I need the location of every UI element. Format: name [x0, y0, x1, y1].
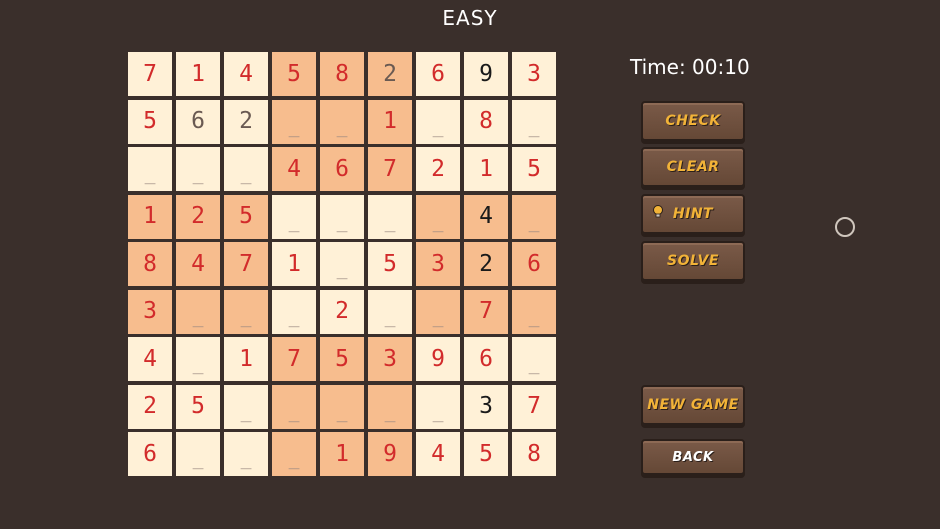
sudoku-cell[interactable]: _	[272, 432, 316, 476]
sudoku-cell[interactable]: 6	[416, 52, 460, 96]
sudoku-cell[interactable]: _	[416, 99, 460, 144]
sudoku-cell[interactable]: 2	[176, 194, 220, 239]
sudoku-cell[interactable]: _	[512, 289, 556, 334]
sudoku-cell[interactable]: 7	[128, 52, 172, 96]
back-button-label: BACK	[672, 449, 714, 465]
sudoku-cell[interactable]: 4	[176, 242, 220, 286]
sudoku-cell[interactable]: 7	[224, 242, 268, 286]
sudoku-cell[interactable]: 1	[176, 52, 220, 96]
sudoku-cell[interactable]: _	[368, 289, 412, 334]
sudoku-cell[interactable]: 8	[128, 242, 172, 286]
sudoku-cell[interactable]: 4	[464, 194, 508, 239]
sudoku-cell[interactable]: 5	[272, 52, 316, 96]
sudoku-cell[interactable]: 8	[464, 99, 508, 144]
sudoku-cell[interactable]: _	[272, 289, 316, 334]
sudoku-cell[interactable]: 7	[368, 147, 412, 191]
sudoku-cell[interactable]: 5	[512, 147, 556, 191]
sudoku-cell[interactable]: _	[416, 194, 460, 239]
sudoku-cell[interactable]: 6	[320, 147, 364, 191]
sudoku-cell[interactable]: 9	[464, 52, 508, 96]
sudoku-cell[interactable]: 4	[416, 432, 460, 476]
sudoku-cell[interactable]: 5	[464, 432, 508, 476]
sudoku-cell[interactable]: _	[176, 147, 220, 191]
sudoku-cell[interactable]: 3	[512, 52, 556, 96]
sudoku-cell[interactable]: 8	[512, 432, 556, 476]
sudoku-cell[interactable]: 2	[128, 384, 172, 429]
sudoku-cell[interactable]: 3	[128, 289, 172, 334]
sudoku-cell[interactable]: 1	[368, 99, 412, 144]
sudoku-cell[interactable]: _	[224, 147, 268, 191]
sudoku-cell[interactable]: 1	[128, 194, 172, 239]
check-button[interactable]: CHECK	[641, 101, 745, 141]
sudoku-cell[interactable]: _	[224, 289, 268, 334]
sudoku-cell[interactable]: 7	[272, 337, 316, 381]
sudoku-cell[interactable]: _	[320, 242, 364, 286]
sudoku-cell[interactable]: _	[176, 432, 220, 476]
new-game-button[interactable]: NEW GAME	[641, 385, 745, 425]
sudoku-cell[interactable]: 2	[368, 52, 412, 96]
sudoku-cell[interactable]: _	[368, 384, 412, 429]
sudoku-cell[interactable]: 7	[512, 384, 556, 429]
sudoku-cell[interactable]: 5	[224, 194, 268, 239]
sudoku-cell[interactable]: 4	[272, 147, 316, 191]
circle-cursor-icon	[835, 217, 855, 237]
sudoku-cell[interactable]: _	[224, 432, 268, 476]
sudoku-cell[interactable]: 5	[128, 99, 172, 144]
sudoku-cell[interactable]: 2	[224, 99, 268, 144]
sudoku-cell[interactable]: 9	[368, 432, 412, 476]
sudoku-cell[interactable]: _	[320, 384, 364, 429]
clear-button-label: CLEAR	[666, 159, 720, 175]
solve-button[interactable]: SOLVE	[641, 241, 745, 281]
sudoku-cell[interactable]: _	[368, 194, 412, 239]
sudoku-cell[interactable]: 6	[512, 242, 556, 286]
sudoku-cell[interactable]: _	[272, 99, 316, 144]
sudoku-cell[interactable]: _	[224, 384, 268, 429]
sudoku-cell[interactable]: 5	[320, 337, 364, 381]
sudoku-cell[interactable]: _	[512, 194, 556, 239]
sudoku-cell[interactable]: _	[416, 384, 460, 429]
sudoku-cell[interactable]: _	[512, 337, 556, 381]
sudoku-cell[interactable]: _	[272, 384, 316, 429]
sudoku-cell[interactable]: 6	[128, 432, 172, 476]
sudoku-cell[interactable]: _	[416, 289, 460, 334]
sudoku-cell[interactable]: _	[128, 147, 172, 191]
sudoku-cell[interactable]: 3	[416, 242, 460, 286]
sudoku-cell[interactable]: _	[320, 194, 364, 239]
sudoku-cell[interactable]: 9	[416, 337, 460, 381]
sudoku-cell[interactable]: 1	[464, 147, 508, 191]
sudoku-cell[interactable]: _	[320, 99, 364, 144]
sudoku-cell[interactable]: _	[176, 337, 220, 381]
sudoku-cell[interactable]: 2	[416, 147, 460, 191]
sudoku-cell[interactable]: 3	[464, 384, 508, 429]
sudoku-cell[interactable]: _	[512, 99, 556, 144]
new-game-button-label: NEW GAME	[647, 397, 739, 413]
sudoku-cell[interactable]: _	[272, 194, 316, 239]
timer-display: Time: 00:10	[630, 55, 750, 79]
sudoku-cell[interactable]: 8	[320, 52, 364, 96]
sudoku-cell[interactable]: 4	[128, 337, 172, 381]
sudoku-cell[interactable]: 5	[176, 384, 220, 429]
sudoku-cell[interactable]: 6	[176, 99, 220, 144]
sudoku-board: 7 1 4 5 8 2 6 9 3 5 6 2 _ _ 1 _ 8 _ _ _ _ 4 6 7 2 1 5 1 2 5 _ _ _ _ 4 _ 8 4 7 1…	[128, 52, 556, 478]
sudoku-cell[interactable]: 3	[368, 337, 412, 381]
sudoku-cell[interactable]: 1	[320, 432, 364, 476]
difficulty-title: EASY	[442, 6, 498, 30]
solve-button-label: SOLVE	[667, 253, 719, 269]
sudoku-cell[interactable]: 1	[272, 242, 316, 286]
hint-button-label: HINT	[672, 206, 714, 222]
lightbulb-icon	[653, 205, 663, 218]
sudoku-cell[interactable]: 7	[464, 289, 508, 334]
check-button-label: CHECK	[665, 113, 721, 129]
sudoku-cell[interactable]: 5	[368, 242, 412, 286]
sudoku-cell[interactable]: 1	[224, 337, 268, 381]
hint-button[interactable]: HINT	[641, 194, 745, 234]
sudoku-cell[interactable]: 6	[464, 337, 508, 381]
sudoku-cell[interactable]: 4	[224, 52, 268, 96]
clear-button[interactable]: CLEAR	[641, 147, 745, 187]
sudoku-cell[interactable]: 2	[464, 242, 508, 286]
sudoku-cell[interactable]: _	[176, 289, 220, 334]
sudoku-cell[interactable]: 2	[320, 289, 364, 334]
back-button[interactable]: BACK	[641, 439, 745, 475]
